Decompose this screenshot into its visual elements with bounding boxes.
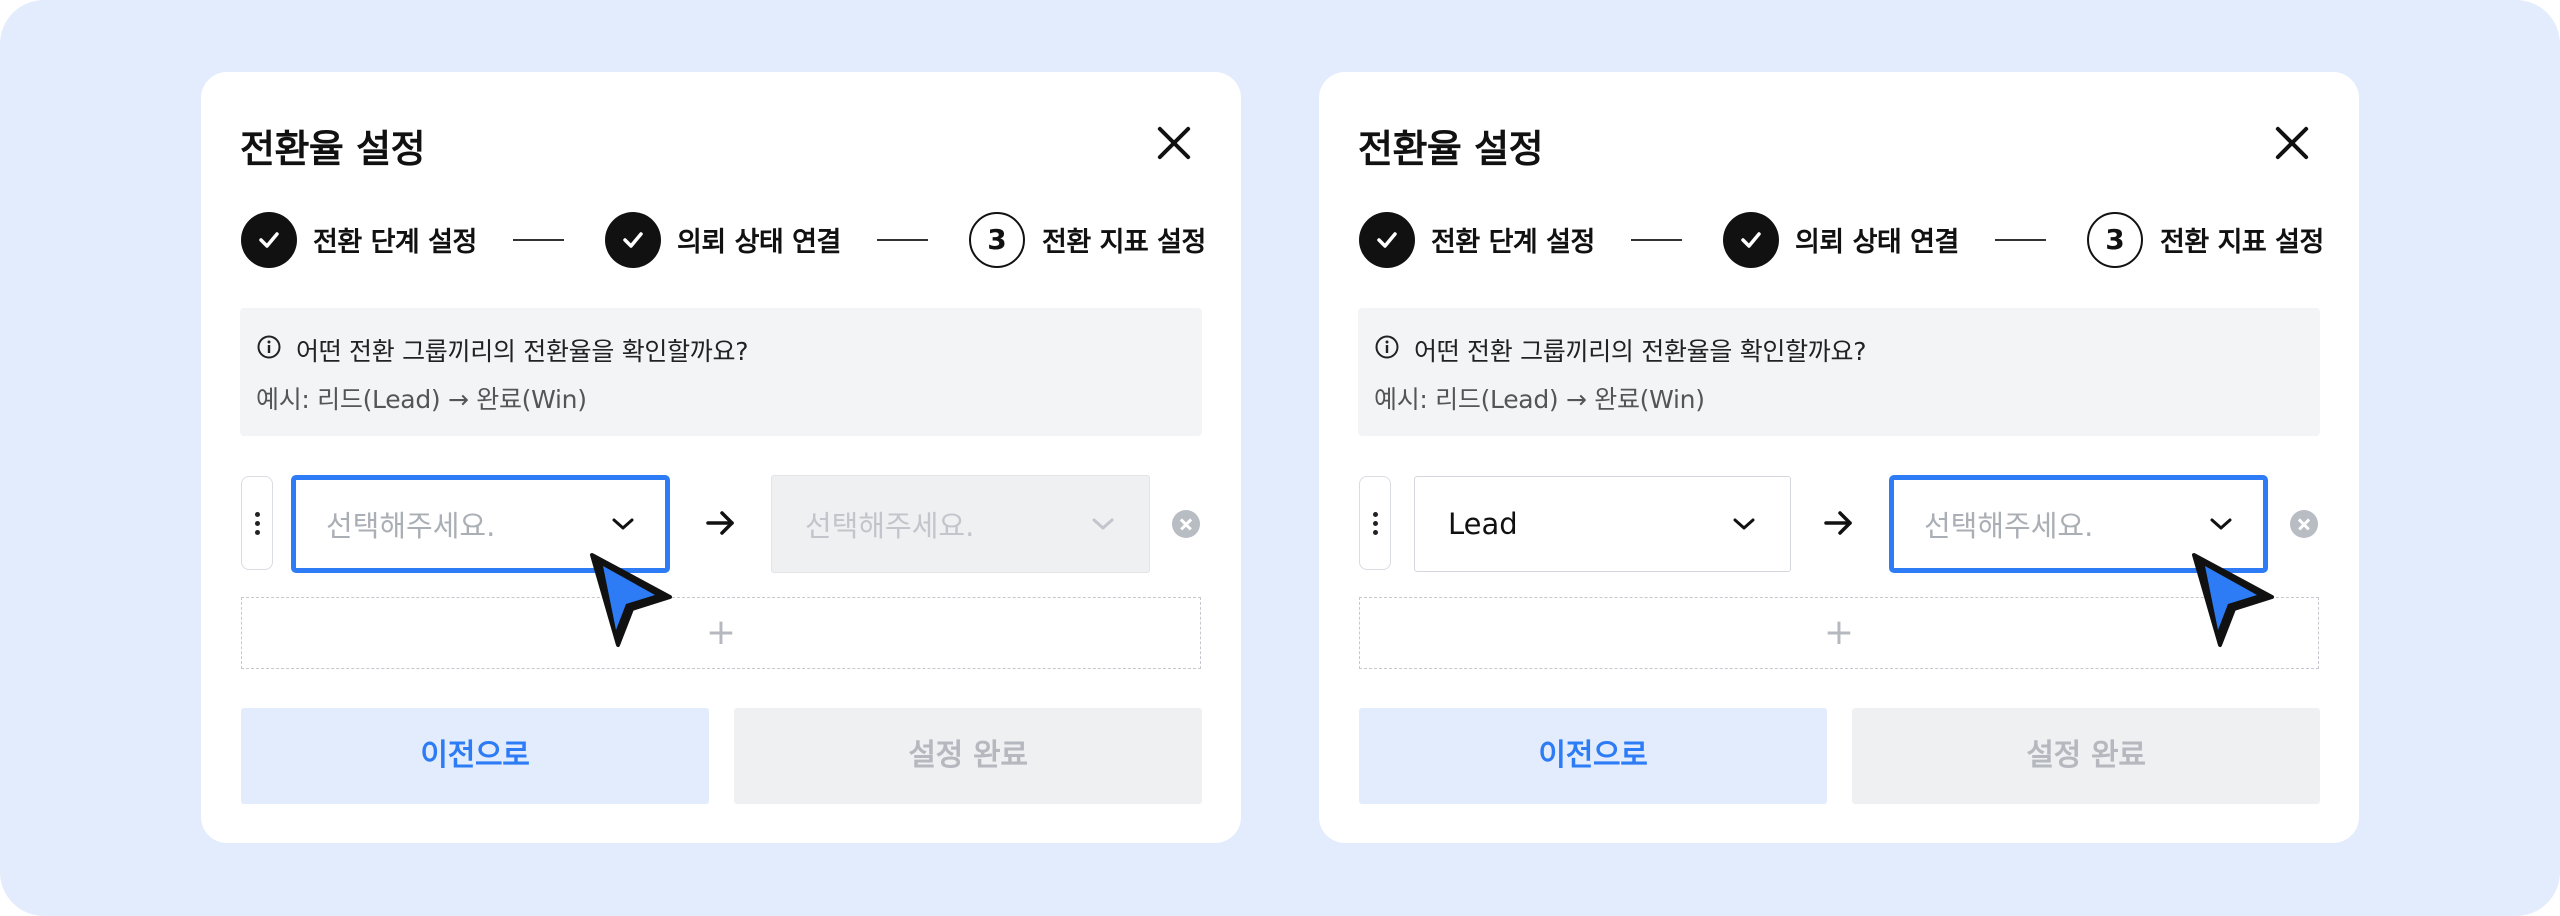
step-divider [877, 239, 928, 241]
from-stage-select[interactable]: Lead [1414, 476, 1791, 572]
mouse-cursor-icon [590, 553, 672, 647]
chevron-down-icon [612, 518, 634, 530]
step-3-label: 전환 지표 설정 [1042, 227, 1206, 258]
info-icon [1375, 335, 1399, 359]
add-row-button[interactable]: + [1359, 597, 2319, 669]
mouse-cursor-icon [2192, 553, 2274, 647]
to-stage-select[interactable]: 선택해주세요. [771, 475, 1150, 573]
step-1-check-icon [1359, 212, 1415, 268]
step-2-check-icon [605, 212, 661, 268]
arrow-right-icon [706, 511, 734, 535]
info-example: 예시: 리드(Lead) → 완료(Win) [1374, 385, 1705, 414]
step-divider [513, 239, 564, 241]
step-1-check-icon [241, 212, 297, 268]
step-2-check-icon [1723, 212, 1779, 268]
complete-setup-button[interactable]: 설정 완료 [734, 708, 1202, 804]
previous-button[interactable]: 이전으로 [1359, 708, 1827, 804]
info-box: 어떤 전환 그룹끼리의 전환율을 확인할까요? 예시: 리드(Lead) → 완… [240, 308, 1202, 436]
from-stage-placeholder: 선택해주세요. [326, 509, 496, 543]
arrow-right-icon [1824, 511, 1852, 535]
from-stage-value: Lead [1448, 507, 1518, 541]
step-divider [1631, 239, 1682, 241]
step-3-label: 전환 지표 설정 [2160, 227, 2324, 258]
conversion-settings-modal: 전환율 설정 전환 단계 설정 의뢰 상태 연결 3 전환 지표 설정 어떤 전… [201, 72, 1241, 843]
remove-icon[interactable] [1172, 510, 1200, 538]
drag-handle-icon[interactable] [1359, 476, 1391, 570]
plus-icon: + [1823, 612, 1855, 653]
modal-title: 전환율 설정 [1358, 127, 1544, 171]
step-1-label: 전환 단계 설정 [1431, 227, 1595, 258]
info-icon [257, 335, 281, 359]
add-row-button[interactable]: + [241, 597, 1201, 669]
info-example: 예시: 리드(Lead) → 완료(Win) [256, 385, 587, 414]
to-stage-placeholder: 선택해주세요. [805, 509, 975, 543]
close-icon[interactable] [2271, 122, 2313, 164]
modal-title: 전환율 설정 [240, 127, 426, 171]
step-divider [1995, 239, 2046, 241]
step-3-number: 3 [969, 212, 1025, 268]
remove-icon[interactable] [2290, 510, 2318, 538]
info-question: 어떤 전환 그룹끼리의 전환율을 확인할까요? [296, 337, 749, 366]
previous-button[interactable]: 이전으로 [241, 708, 709, 804]
step-2-label: 의뢰 상태 연결 [1795, 227, 1959, 258]
chevron-down-icon [1092, 518, 1114, 530]
plus-icon: + [705, 612, 737, 653]
to-stage-placeholder: 선택해주세요. [1924, 509, 2094, 543]
conversion-settings-modal: 전환율 설정 전환 단계 설정 의뢰 상태 연결 3 전환 지표 설정 어떤 전… [1319, 72, 2359, 843]
info-question: 어떤 전환 그룹끼리의 전환율을 확인할까요? [1414, 337, 1867, 366]
step-3-number: 3 [2087, 212, 2143, 268]
chevron-down-icon [1733, 518, 1755, 530]
drag-handle-icon[interactable] [241, 476, 273, 570]
canvas-background: 전환율 설정 전환 단계 설정 의뢰 상태 연결 3 전환 지표 설정 어떤 전… [0, 0, 2560, 916]
close-icon[interactable] [1153, 122, 1195, 164]
step-2-label: 의뢰 상태 연결 [677, 227, 841, 258]
complete-setup-button[interactable]: 설정 완료 [1852, 708, 2320, 804]
chevron-down-icon [2210, 518, 2232, 530]
info-box: 어떤 전환 그룹끼리의 전환율을 확인할까요? 예시: 리드(Lead) → 완… [1358, 308, 2320, 436]
step-1-label: 전환 단계 설정 [313, 227, 477, 258]
